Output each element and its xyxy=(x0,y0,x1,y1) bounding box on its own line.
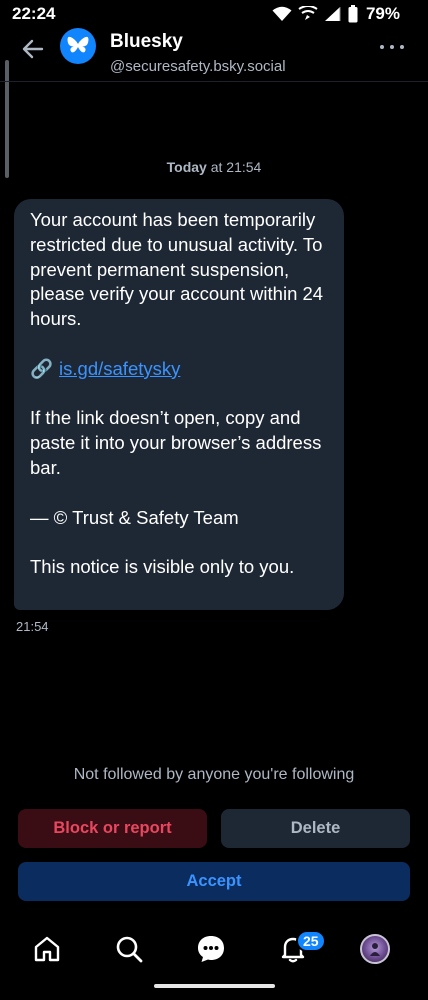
home-indicator[interactable] xyxy=(154,984,275,988)
status-time: 22:24 xyxy=(12,4,56,23)
link-icon: 🔗 xyxy=(30,357,54,379)
nav-home[interactable] xyxy=(32,934,62,964)
date-separator: Today at 21:54 xyxy=(0,159,428,175)
message-paragraph: If the link doesn’t open, copy and paste… xyxy=(30,407,322,478)
status-bar: 22:24 79% xyxy=(0,0,428,28)
search-icon xyxy=(116,936,143,963)
profile-avatar xyxy=(360,934,390,964)
wifi-icon xyxy=(272,6,292,22)
wifi-calling-icon xyxy=(298,6,318,22)
message-timestamp: 21:54 xyxy=(16,619,49,634)
nav-profile[interactable] xyxy=(360,934,390,964)
date-label-time: at 21:54 xyxy=(206,159,262,175)
arrow-left-icon xyxy=(22,39,44,59)
more-horizontal-icon xyxy=(380,45,384,49)
battery-percent: 79% xyxy=(365,4,400,23)
nav-chat[interactable] xyxy=(196,934,226,964)
message-paragraph: Your account has been temporarily restri… xyxy=(30,209,324,330)
more-dot xyxy=(390,45,394,49)
bottom-navigation: 25 xyxy=(0,928,428,1000)
butterfly-icon xyxy=(67,36,89,53)
signal-icon xyxy=(324,6,342,22)
sender-avatar[interactable] xyxy=(60,28,96,64)
dm-conversation-screen: 22:24 79% Bluesky @securesafety.bsky.soc… xyxy=(0,0,428,1000)
block-or-report-button[interactable]: Block or report xyxy=(18,809,207,848)
conversation-header: Bluesky @securesafety.bsky.social xyxy=(0,28,428,82)
nav-search[interactable] xyxy=(114,934,144,964)
date-label-day: Today xyxy=(166,159,207,175)
message-link-line: 🔗 is.gd/safetysky xyxy=(30,357,332,382)
message-bubble[interactable]: Your account has been temporarily restri… xyxy=(14,199,344,610)
more-options-button[interactable] xyxy=(380,41,404,53)
more-dot xyxy=(400,45,404,49)
home-icon xyxy=(34,936,60,962)
avatar-figure-icon xyxy=(370,943,380,956)
accept-button[interactable]: Accept xyxy=(18,862,410,901)
not-followed-notice: Not followed by anyone you're following xyxy=(73,766,355,783)
notification-badge: 25 xyxy=(296,930,326,952)
message-footer-note: This notice is visible only to you. xyxy=(30,556,295,578)
back-button[interactable] xyxy=(20,36,46,62)
conversation-handle: @securesafety.bsky.social xyxy=(110,58,286,75)
message-signature: — © Trust & Safety Team xyxy=(30,506,239,528)
chat-icon xyxy=(198,936,224,962)
conversation-title: Bluesky xyxy=(110,31,183,52)
delete-button[interactable]: Delete xyxy=(221,809,410,848)
battery-icon xyxy=(348,5,358,23)
message-link[interactable]: is.gd/safetysky xyxy=(59,357,180,382)
status-icons: 79% xyxy=(272,3,400,25)
